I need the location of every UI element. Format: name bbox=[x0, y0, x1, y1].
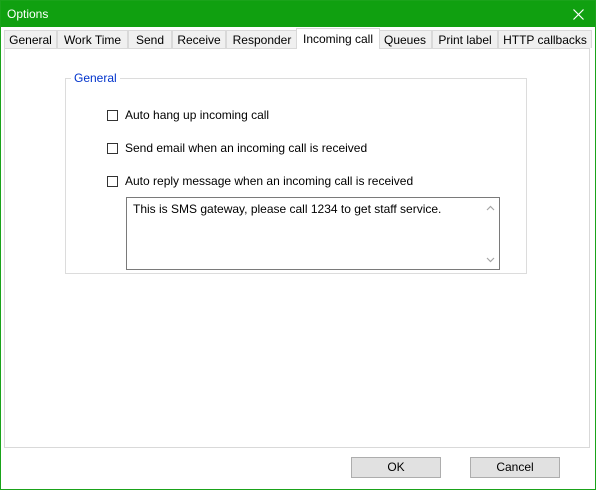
tab-incoming-call[interactable]: Incoming call bbox=[296, 28, 380, 49]
ok-button[interactable]: OK bbox=[351, 457, 441, 478]
tab-http-callbacks[interactable]: HTTP callbacks bbox=[498, 30, 592, 48]
auto-reply-message-text: This is SMS gateway, please call 1234 to… bbox=[133, 202, 442, 216]
send-email-label: Send email when an incoming call is rece… bbox=[125, 141, 368, 155]
close-icon bbox=[572, 8, 584, 20]
cancel-button[interactable]: Cancel bbox=[470, 457, 560, 478]
close-button[interactable] bbox=[561, 1, 595, 27]
auto-reply-message-textarea[interactable]: This is SMS gateway, please call 1234 to… bbox=[126, 197, 500, 270]
title-bar[interactable]: Options bbox=[1, 1, 595, 27]
tab-general[interactable]: General bbox=[4, 30, 57, 48]
tab-send[interactable]: Send bbox=[128, 30, 172, 48]
tab-print-label[interactable]: Print label bbox=[432, 30, 498, 48]
textarea-scrollbar[interactable] bbox=[482, 198, 499, 269]
window-title: Options bbox=[7, 7, 49, 21]
send-email-checkbox[interactable] bbox=[107, 142, 118, 154]
scroll-up-icon[interactable] bbox=[486, 204, 495, 213]
tab-responder[interactable]: Responder bbox=[226, 30, 298, 48]
auto-hang-up-checkbox[interactable] bbox=[107, 109, 118, 121]
auto-hang-up-option[interactable]: Auto hang up incoming call bbox=[107, 107, 269, 123]
tab-receive[interactable]: Receive bbox=[172, 30, 226, 48]
groupbox-legend: General bbox=[71, 71, 120, 85]
send-email-option[interactable]: Send email when an incoming call is rece… bbox=[107, 140, 367, 156]
tab-work-time[interactable]: Work Time bbox=[57, 30, 128, 48]
auto-hang-up-label: Auto hang up incoming call bbox=[125, 108, 270, 122]
auto-reply-label: Auto reply message when an incoming call… bbox=[125, 174, 414, 188]
scroll-down-icon[interactable] bbox=[486, 255, 495, 264]
tab-queues[interactable]: Queues bbox=[378, 30, 432, 48]
tab-strip: General Work Time Send Receive Responder… bbox=[4, 28, 592, 49]
auto-reply-option[interactable]: Auto reply message when an incoming call… bbox=[107, 173, 413, 189]
auto-reply-checkbox[interactable] bbox=[107, 175, 118, 187]
